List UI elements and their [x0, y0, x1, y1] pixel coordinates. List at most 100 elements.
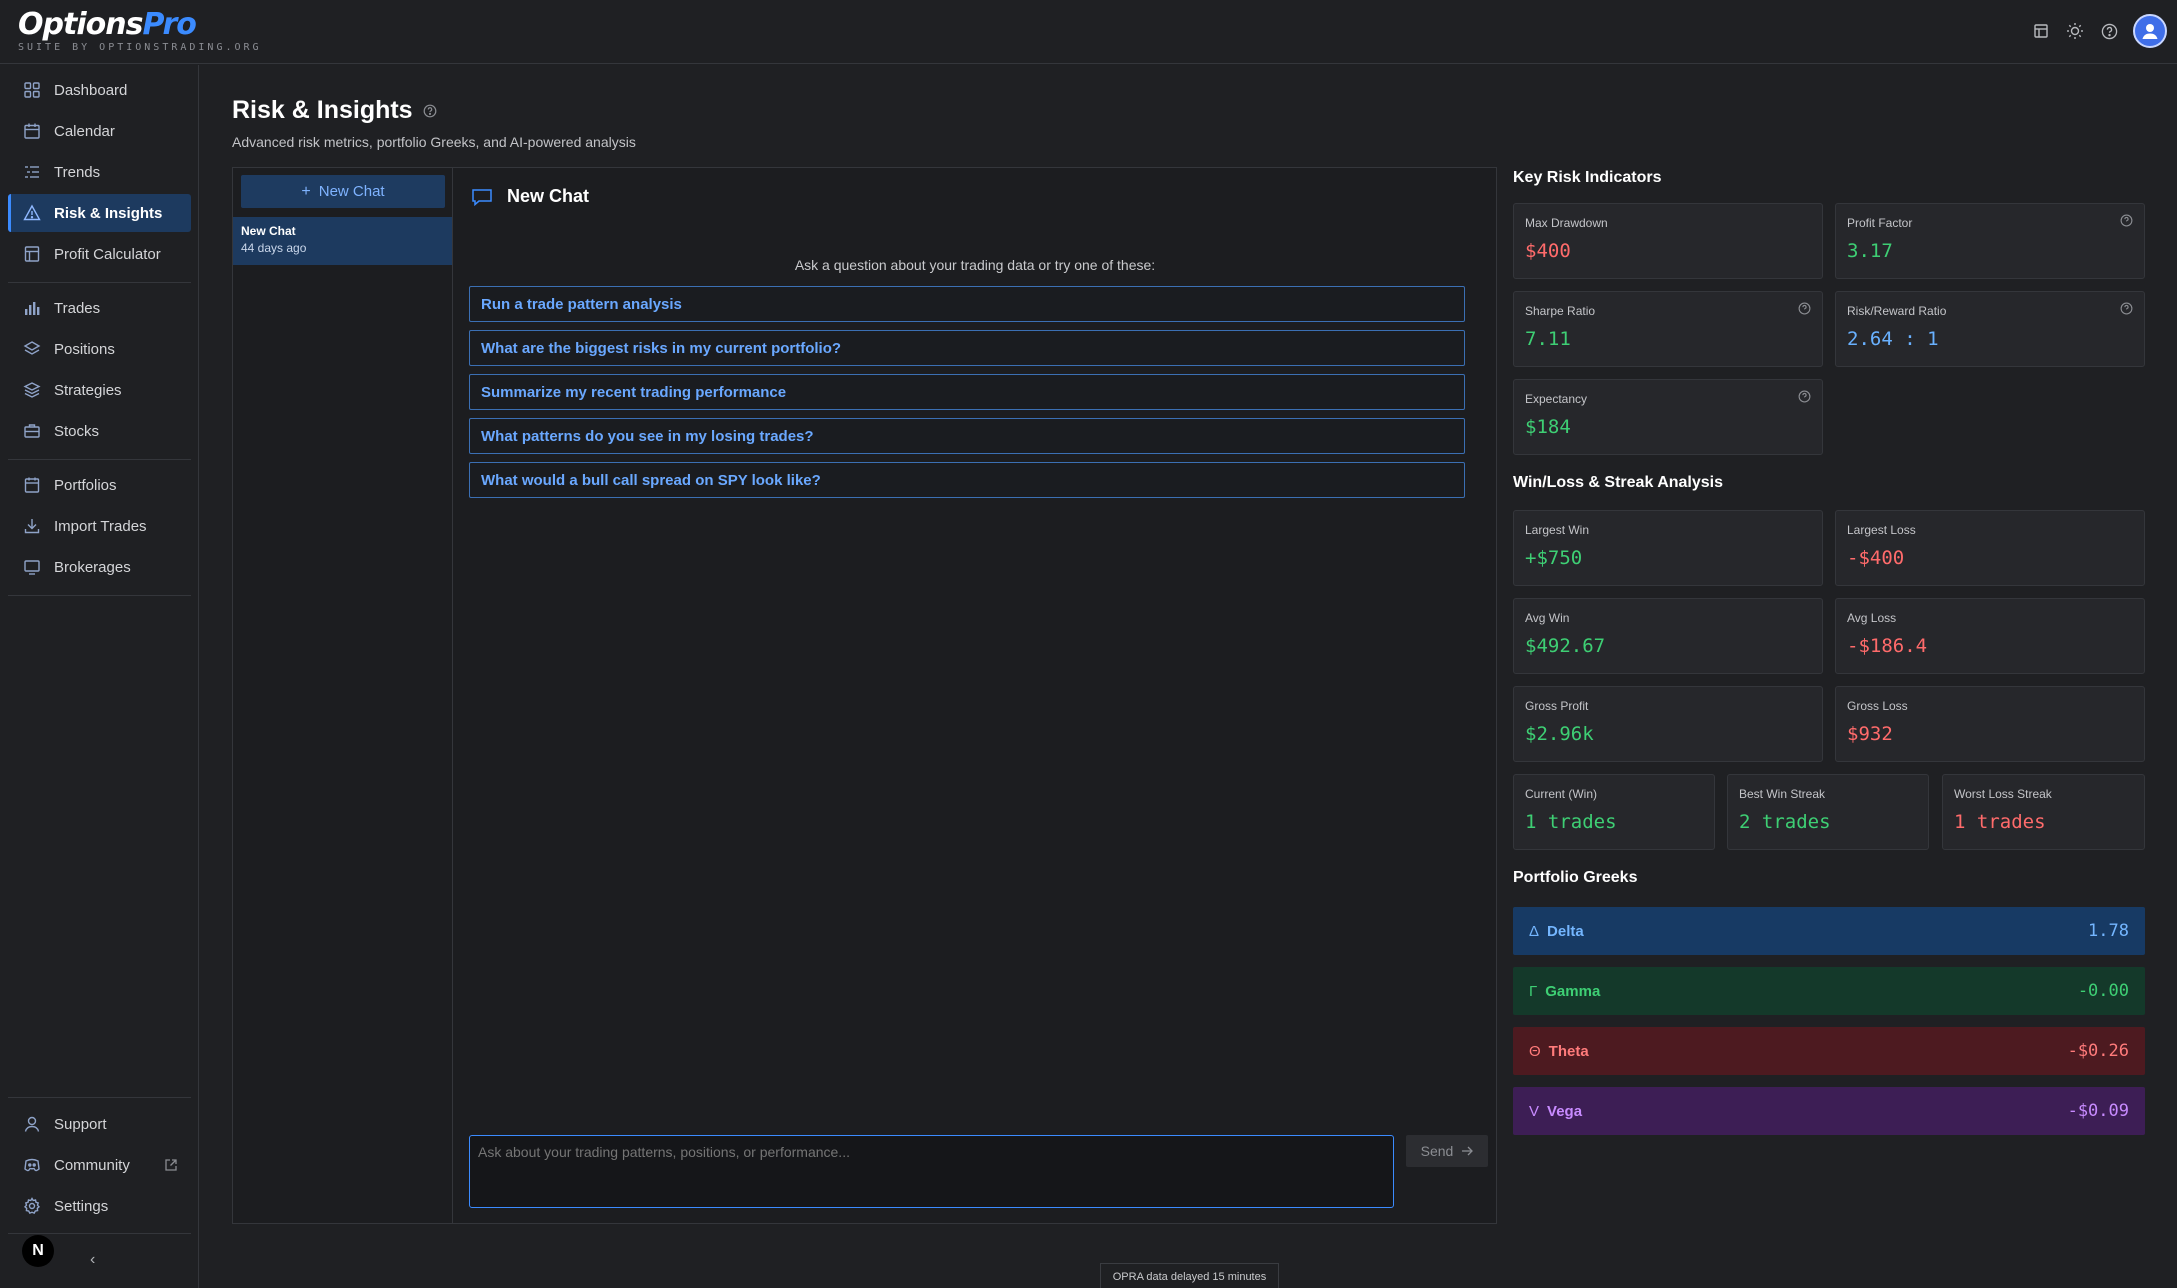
help-icon[interactable] — [2120, 302, 2133, 315]
external-link-icon — [165, 1159, 177, 1171]
chat-history-item[interactable]: New Chat 44 days ago — [233, 217, 452, 265]
metric-value: -$186.4 — [1847, 635, 1928, 657]
calculator-icon[interactable] — [2031, 21, 2051, 41]
key-risk-indicators-title: Key Risk Indicators — [1513, 169, 1662, 186]
app-logo[interactable]: OptionsPro SUITE BY OPTIONSTRADING.ORG — [18, 7, 262, 54]
risk-reward-card: Risk/Reward Ratio 2.64 : 1 — [1835, 291, 2145, 367]
ai-chat-panel: + New Chat New Chat 44 days ago New Chat… — [232, 167, 1497, 1224]
trends-icon — [25, 166, 39, 178]
sidebar-item-brokerages[interactable]: Brokerages — [8, 548, 191, 586]
new-chat-button[interactable]: + New Chat — [241, 175, 445, 208]
sidebar-item-profit-calculator[interactable]: Profit Calculator — [8, 235, 191, 273]
page-subtitle: Advanced risk metrics, portfolio Greeks,… — [232, 134, 636, 150]
sidebar-item-import-trades[interactable]: Import Trades — [8, 507, 191, 545]
suggestion-button[interactable]: What would a bull call spread on SPY loo… — [469, 462, 1465, 498]
metric-label: Largest Loss — [1847, 523, 1916, 537]
metric-value: $184 — [1525, 416, 1571, 438]
page-title: Risk & Insights — [232, 96, 437, 125]
collapse-sidebar-icon[interactable]: ‹ — [90, 1251, 95, 1269]
gamma-symbol-icon: Γ — [1529, 982, 1538, 1000]
worst-loss-streak-card: Worst Loss Streak 1 trades — [1942, 774, 2145, 850]
logo-subtitle: SUITE BY OPTIONSTRADING.ORG — [18, 42, 262, 53]
sidebar-item-label: Portfolios — [54, 476, 117, 494]
metric-value: +$750 — [1525, 547, 1583, 569]
sidebar-item-trades[interactable]: Trades — [8, 289, 191, 327]
metric-value: $932 — [1847, 723, 1893, 745]
win-loss-title: Win/Loss & Streak Analysis — [1513, 474, 1723, 491]
greek-name: Gamma — [1545, 982, 1601, 1000]
sidebar-item-calendar[interactable]: Calendar — [8, 112, 191, 150]
sidebar-item-label: Positions — [54, 340, 115, 358]
sidebar-item-dashboard[interactable]: Dashboard — [8, 71, 191, 109]
calculator-icon — [24, 246, 40, 262]
help-icon[interactable] — [1798, 302, 1811, 315]
sidebar-item-support[interactable]: Support — [8, 1105, 191, 1143]
suggestion-button[interactable]: Run a trade pattern analysis — [469, 286, 1465, 322]
new-chat-label: New Chat — [318, 183, 385, 200]
greek-theta-row: Θ Theta -$0.26 — [1513, 1027, 2145, 1075]
greek-name: Vega — [1547, 1102, 1583, 1120]
metric-label: Max Drawdown — [1525, 216, 1608, 230]
metric-label: Worst Loss Streak — [1954, 787, 2052, 801]
chat-input[interactable] — [469, 1135, 1394, 1208]
suggestion-button[interactable]: What are the biggest risks in my current… — [469, 330, 1465, 366]
calendar-icon — [24, 123, 40, 139]
sidebar-item-label: Brokerages — [54, 558, 131, 576]
metric-value: -$400 — [1847, 547, 1905, 569]
bar-chart-icon — [25, 302, 40, 315]
sidebar-divider — [8, 1233, 191, 1234]
help-icon[interactable] — [2120, 214, 2133, 227]
sidebar-divider — [8, 459, 191, 460]
metric-label: Expectancy — [1525, 392, 1588, 406]
expectancy-card: Expectancy $184 — [1513, 379, 1823, 455]
sidebar-item-community[interactable]: Community — [8, 1146, 191, 1184]
suggestion-button[interactable]: What patterns do you see in my losing tr… — [469, 418, 1465, 454]
top-header: OptionsPro SUITE BY OPTIONSTRADING.ORG — [0, 0, 2177, 64]
avg-loss-card: Avg Loss -$186.4 — [1835, 598, 2145, 674]
greek-name: Theta — [1548, 1042, 1589, 1060]
metric-value: 3.17 — [1847, 240, 1893, 262]
greek-gamma-row: Γ Gamma -0.00 — [1513, 967, 2145, 1015]
send-button[interactable]: Send — [1406, 1135, 1488, 1167]
metric-label: Risk/Reward Ratio — [1847, 304, 1947, 318]
sidebar-item-portfolios[interactable]: Portfolios — [8, 466, 191, 504]
dashboard-icon — [24, 82, 40, 98]
sidebar-item-trends[interactable]: Trends — [8, 153, 191, 191]
sidebar-item-settings[interactable]: Settings — [8, 1187, 191, 1225]
metric-label: Sharpe Ratio — [1525, 304, 1596, 318]
sidebar-divider — [8, 282, 191, 283]
metric-value: 2 trades — [1739, 811, 1831, 833]
chat-history-list: + New Chat New Chat 44 days ago — [233, 168, 453, 1223]
chat-conversation: New Chat Ask a question about your tradi… — [454, 168, 1496, 1223]
layers-icon — [23, 341, 41, 355]
metric-value: 1 trades — [1525, 811, 1617, 833]
logo-text-options: Options — [18, 7, 143, 42]
sidebar-item-strategies[interactable]: Strategies — [8, 371, 191, 409]
metric-label: Best Win Streak — [1739, 787, 1826, 801]
help-icon[interactable] — [423, 104, 437, 118]
header-actions — [2031, 14, 2167, 48]
chat-history-date: 44 days ago — [241, 241, 307, 255]
best-win-streak-card: Best Win Streak 2 trades — [1727, 774, 1929, 850]
user-initial-badge[interactable]: N — [22, 1235, 54, 1267]
metric-label: Largest Win — [1525, 523, 1590, 537]
suggestion-button[interactable]: Summarize my recent trading performance — [469, 374, 1465, 410]
gross-loss-card: Gross Loss $932 — [1835, 686, 2145, 762]
monitor-icon — [24, 560, 40, 575]
help-icon[interactable] — [1798, 390, 1811, 403]
sidebar-item-stocks[interactable]: Stocks — [8, 412, 191, 450]
help-icon[interactable] — [2099, 21, 2119, 41]
max-drawdown-card: Max Drawdown $400 — [1513, 203, 1823, 279]
metric-value: 2.64 : 1 — [1847, 328, 1939, 350]
sidebar-item-positions[interactable]: Positions — [8, 330, 191, 368]
sidebar-divider — [8, 1097, 191, 1098]
portfolio-greeks-title: Portfolio Greeks — [1513, 869, 1638, 886]
arrow-right-icon — [1462, 1146, 1474, 1156]
sun-icon[interactable] — [2065, 21, 2085, 41]
user-avatar[interactable] — [2133, 14, 2167, 48]
chat-header-title: New Chat — [507, 186, 590, 206]
chat-header: New Chat — [471, 186, 589, 207]
sidebar-item-risk-insights[interactable]: Risk & Insights — [8, 194, 191, 232]
metric-value: 1 trades — [1954, 811, 2046, 833]
sidebar-item-label: Profit Calculator — [54, 245, 161, 263]
